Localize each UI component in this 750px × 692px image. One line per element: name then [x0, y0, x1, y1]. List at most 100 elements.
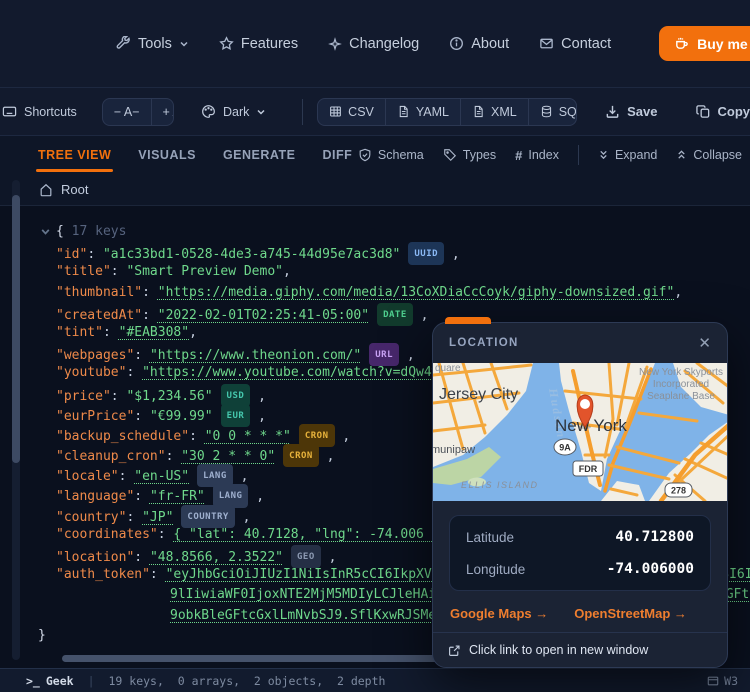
- coordinates-card: Latitude 40.712800 Longitude -74.006000: [449, 515, 711, 591]
- tab-diff[interactable]: DIFF: [322, 138, 352, 172]
- tab-generate[interactable]: GENERATE: [223, 138, 296, 172]
- json-token: ,: [444, 247, 460, 262]
- json-value-link[interactable]: "#EAB308": [119, 325, 189, 340]
- breadcrumb-root[interactable]: Root: [61, 182, 88, 197]
- theme-label: Dark: [223, 105, 249, 119]
- shortcuts-button[interactable]: Shortcuts: [2, 104, 77, 119]
- json-value-link[interactable]: "https://media.giphy.com/media/13CoXDiaC…: [158, 285, 675, 300]
- json-value-link[interactable]: "48.8566, 2.3522": [150, 550, 283, 565]
- nav-about[interactable]: About: [449, 36, 509, 52]
- road-shield-fdr: FDR: [573, 461, 603, 476]
- json-token: :: [134, 409, 150, 424]
- json-key: "cleanup_cron": [56, 449, 166, 464]
- tab-tree-view[interactable]: TREE VIEW: [38, 138, 111, 172]
- json-key: "language": [56, 489, 134, 504]
- json-token: :: [134, 489, 150, 504]
- latitude-row: Latitude 40.712800: [450, 521, 710, 553]
- json-token: :: [87, 247, 103, 262]
- json-value-link[interactable]: "0 0 * * *": [205, 429, 291, 444]
- copy-button[interactable]: Copy: [696, 104, 750, 119]
- theme-selector[interactable]: Dark: [201, 104, 266, 119]
- nav-changelog-label: Changelog: [349, 36, 419, 52]
- save-button[interactable]: Save: [605, 104, 657, 119]
- json-value-link[interactable]: "https://www.theonion.com/": [150, 348, 361, 363]
- nav-contact-label: Contact: [561, 36, 611, 52]
- json-token: ,: [319, 449, 335, 464]
- nav-features[interactable]: Features: [219, 36, 298, 52]
- tabbar-divider: [578, 145, 579, 165]
- nav-features-label: Features: [241, 36, 298, 52]
- mode-indicator[interactable]: >_ Geek: [26, 674, 74, 688]
- nav-changelog[interactable]: Changelog: [328, 36, 419, 52]
- json-value-link[interactable]: "fr-FR": [150, 489, 205, 504]
- type-badge[interactable]: UUID: [408, 242, 444, 265]
- popup-title: LOCATION: [449, 337, 519, 349]
- types-button[interactable]: Types: [443, 148, 496, 162]
- json-key: "tint": [56, 325, 103, 340]
- json-key: "locale": [56, 469, 119, 484]
- json-token: ,: [321, 550, 337, 565]
- json-token: :: [119, 469, 135, 484]
- svg-text:FDR: FDR: [579, 464, 598, 474]
- type-badge[interactable]: CRON: [283, 444, 319, 467]
- index-button[interactable]: # Index: [515, 148, 559, 163]
- json-token: :: [134, 348, 150, 363]
- expand-button[interactable]: Expand: [598, 148, 657, 162]
- json-key: "coordinates": [56, 527, 158, 542]
- popup-footer: Click link to open in new window: [433, 632, 727, 667]
- export-yaml-button[interactable]: YAML: [386, 99, 461, 125]
- map-preview[interactable]: quare Jersey City munipaw Hudson New Yor…: [433, 363, 727, 501]
- vertical-scrollbar-thumb[interactable]: [12, 195, 20, 463]
- json-value-link[interactable]: "JP": [142, 510, 173, 525]
- json-value-link[interactable]: "2022-02-01T02:25:41-05:00": [158, 308, 369, 323]
- nav-tools[interactable]: Tools: [116, 36, 189, 52]
- font-increase-button[interactable]: + A+: [152, 99, 174, 125]
- tab-visuals[interactable]: VISUALS: [138, 138, 196, 172]
- json-line: "createdAt": "2022-02-01T02:25:41-05:00"…: [0, 303, 750, 323]
- json-value-link[interactable]: "en-US": [134, 469, 189, 484]
- app-window: Tools Features Changelog About: [0, 0, 750, 692]
- json-token: ,: [233, 469, 249, 484]
- map-label-square: quare: [435, 363, 461, 374]
- google-maps-link[interactable]: Google Maps →: [450, 606, 548, 621]
- file-icon: [397, 105, 410, 118]
- close-icon[interactable]: ✕: [698, 336, 711, 351]
- road-shield-278: 278: [665, 483, 692, 497]
- collapse-button[interactable]: Collapse: [676, 148, 742, 162]
- map-label-communipaw: munipaw: [433, 444, 475, 456]
- json-line: "title": "Smart Preview Demo",: [0, 262, 750, 282]
- home-icon: [39, 183, 53, 197]
- json-token: :: [111, 389, 127, 404]
- json-token: :: [142, 285, 158, 300]
- map-label-skyports-3: Seaplane Base: [647, 391, 715, 402]
- json-value-link[interactable]: { "lat": 40.7128, "lng": -74.006 }: [173, 527, 439, 542]
- nav-tools-label: Tools: [138, 36, 172, 52]
- schema-button[interactable]: Schema: [358, 148, 424, 162]
- collapse-label: Collapse: [693, 148, 742, 162]
- json-key: "price": [56, 389, 111, 404]
- status-bar: >_ Geek | 19 keys, 0 arrays, 2 objects, …: [0, 668, 750, 692]
- popup-header: LOCATION ✕: [433, 323, 727, 363]
- toolbar-divider: [302, 99, 303, 125]
- json-key: "thumbnail": [56, 285, 142, 300]
- json-token: :: [189, 429, 205, 444]
- json-token: :: [158, 527, 174, 542]
- export-sql-button[interactable]: SQL: [529, 99, 577, 125]
- json-value-link[interactable]: "30 2 * * 0": [181, 449, 275, 464]
- w3-indicator[interactable]: W3: [707, 674, 738, 688]
- json-token: "Smart Preview Demo": [126, 264, 283, 279]
- chevron-down-icon: [256, 107, 266, 117]
- export-csv-button[interactable]: CSV: [318, 99, 386, 125]
- json-key: "location": [56, 550, 134, 565]
- popup-accent-notch: [445, 317, 491, 324]
- font-decrease-button[interactable]: − A−: [103, 99, 152, 125]
- export-xml-button[interactable]: XML: [461, 99, 529, 125]
- json-key: "country": [56, 510, 126, 525]
- nav-contact[interactable]: Contact: [539, 36, 611, 52]
- openstreetmap-link[interactable]: OpenStreetMap →: [574, 606, 687, 621]
- json-token: "a1c33bd1-0528-4de3-a745-44d95e7ac3d8": [103, 247, 400, 262]
- shortcuts-label: Shortcuts: [24, 105, 77, 119]
- types-label: Types: [463, 148, 496, 162]
- buy-coffee-button[interactable]: Buy me a coffee: [659, 26, 750, 61]
- type-badge[interactable]: DATE: [377, 303, 413, 326]
